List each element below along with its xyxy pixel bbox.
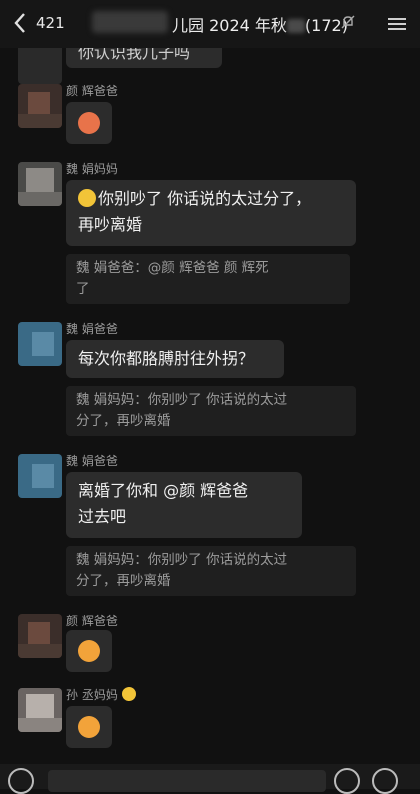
- input-bar: [0, 764, 420, 794]
- quoted-reply[interactable]: 魏 娟妈妈：你别吵了 你话说的太过 分了，再吵离婚: [66, 386, 356, 436]
- avatar[interactable]: [18, 454, 62, 498]
- blurred-title-char: [286, 19, 305, 33]
- quote-line: 魏 娟妈妈：你别吵了 你话说的太过: [76, 392, 288, 408]
- avatar[interactable]: [18, 688, 62, 732]
- avatar[interactable]: [18, 614, 62, 658]
- message-bubble[interactable]: 离婚了你和 @颜 辉爸爸 过去吧: [66, 472, 302, 538]
- sender-name-text: 孙 丞妈妈: [66, 688, 118, 702]
- avatar[interactable]: [18, 322, 62, 366]
- group-title-text: 儿园 2024 年秋: [172, 16, 287, 35]
- sender-name: 魏 娟爸爸: [66, 454, 118, 468]
- message-line: 你别吵了 你话说的太过分了，: [98, 189, 312, 208]
- blurred-group-name: [92, 11, 168, 33]
- chat-header: 421 儿园 2024 年秋 (172): [0, 0, 420, 48]
- emoji-message[interactable]: [66, 706, 112, 748]
- sender-name: 颜 辉爸爸: [66, 614, 118, 628]
- quote-line: 了: [76, 281, 90, 297]
- message-line: 离婚了你和 @颜 辉爸爸: [78, 481, 249, 500]
- message-list: 你认识我儿子吗 颜 辉爸爸 魏 娟妈妈 你别吵了 你话说的太过分了， 再吵离婚 …: [0, 48, 420, 764]
- quoted-reply[interactable]: 魏 娟妈妈：你别吵了 你话说的太过 分了，再吵离婚: [66, 546, 356, 596]
- message-bubble[interactable]: 每次你都胳膊肘往外拐？: [66, 340, 284, 378]
- message-bubble[interactable]: 你别吵了 你话说的太过分了， 再吵离婚: [66, 180, 356, 246]
- avatar[interactable]: [18, 84, 62, 128]
- unread-count: 421: [36, 14, 65, 32]
- message-text: 你认识我儿子吗: [78, 48, 191, 62]
- sender-name: 颜 辉爸爸: [66, 84, 118, 98]
- sender-name: 孙 丞妈妈: [66, 686, 138, 703]
- voice-input-button[interactable]: [8, 768, 34, 794]
- emoji-message[interactable]: [66, 102, 112, 144]
- message-line: 每次你都胳膊肘往外拐？: [78, 349, 255, 368]
- quote-line: 分了，再吵离婚: [76, 413, 171, 429]
- quote-line: 分了，再吵离婚: [76, 573, 171, 589]
- sender-name: 魏 娟妈妈: [66, 162, 118, 176]
- sender-name: 魏 娟爸爸: [66, 322, 118, 336]
- mute-bell-icon: [340, 14, 356, 30]
- emoji-message[interactable]: [66, 630, 112, 672]
- quoted-reply[interactable]: 魏 娟爸爸：@颜 辉爸爸 颜 辉死 了: [66, 254, 350, 304]
- group-title: 儿园 2024 年秋 (172): [172, 12, 348, 36]
- message-line: 过去吧: [78, 507, 127, 526]
- avatar[interactable]: [18, 162, 62, 206]
- more-menu-button[interactable]: [388, 15, 410, 31]
- message-line: 再吵离婚: [78, 215, 143, 234]
- chevron-left-icon: [14, 13, 25, 33]
- back-button[interactable]: [8, 10, 34, 36]
- facepalm-emoji-icon: [121, 687, 136, 701]
- angry-face-icon: [78, 112, 100, 134]
- quote-line: 魏 娟妈妈：你别吵了 你话说的太过: [76, 552, 288, 568]
- sleepy-face-icon: [78, 640, 100, 662]
- emoji-picker-button[interactable]: [334, 768, 360, 794]
- message-bubble-fragment[interactable]: 你认识我儿子吗: [66, 48, 222, 68]
- avatar[interactable]: [18, 48, 62, 84]
- facepalm-face-icon: [78, 716, 100, 738]
- quote-line: 魏 娟爸爸：@颜 辉爸爸 颜 辉死: [76, 260, 269, 276]
- more-actions-button[interactable]: [372, 768, 398, 794]
- smile-emoji-icon: [78, 189, 96, 207]
